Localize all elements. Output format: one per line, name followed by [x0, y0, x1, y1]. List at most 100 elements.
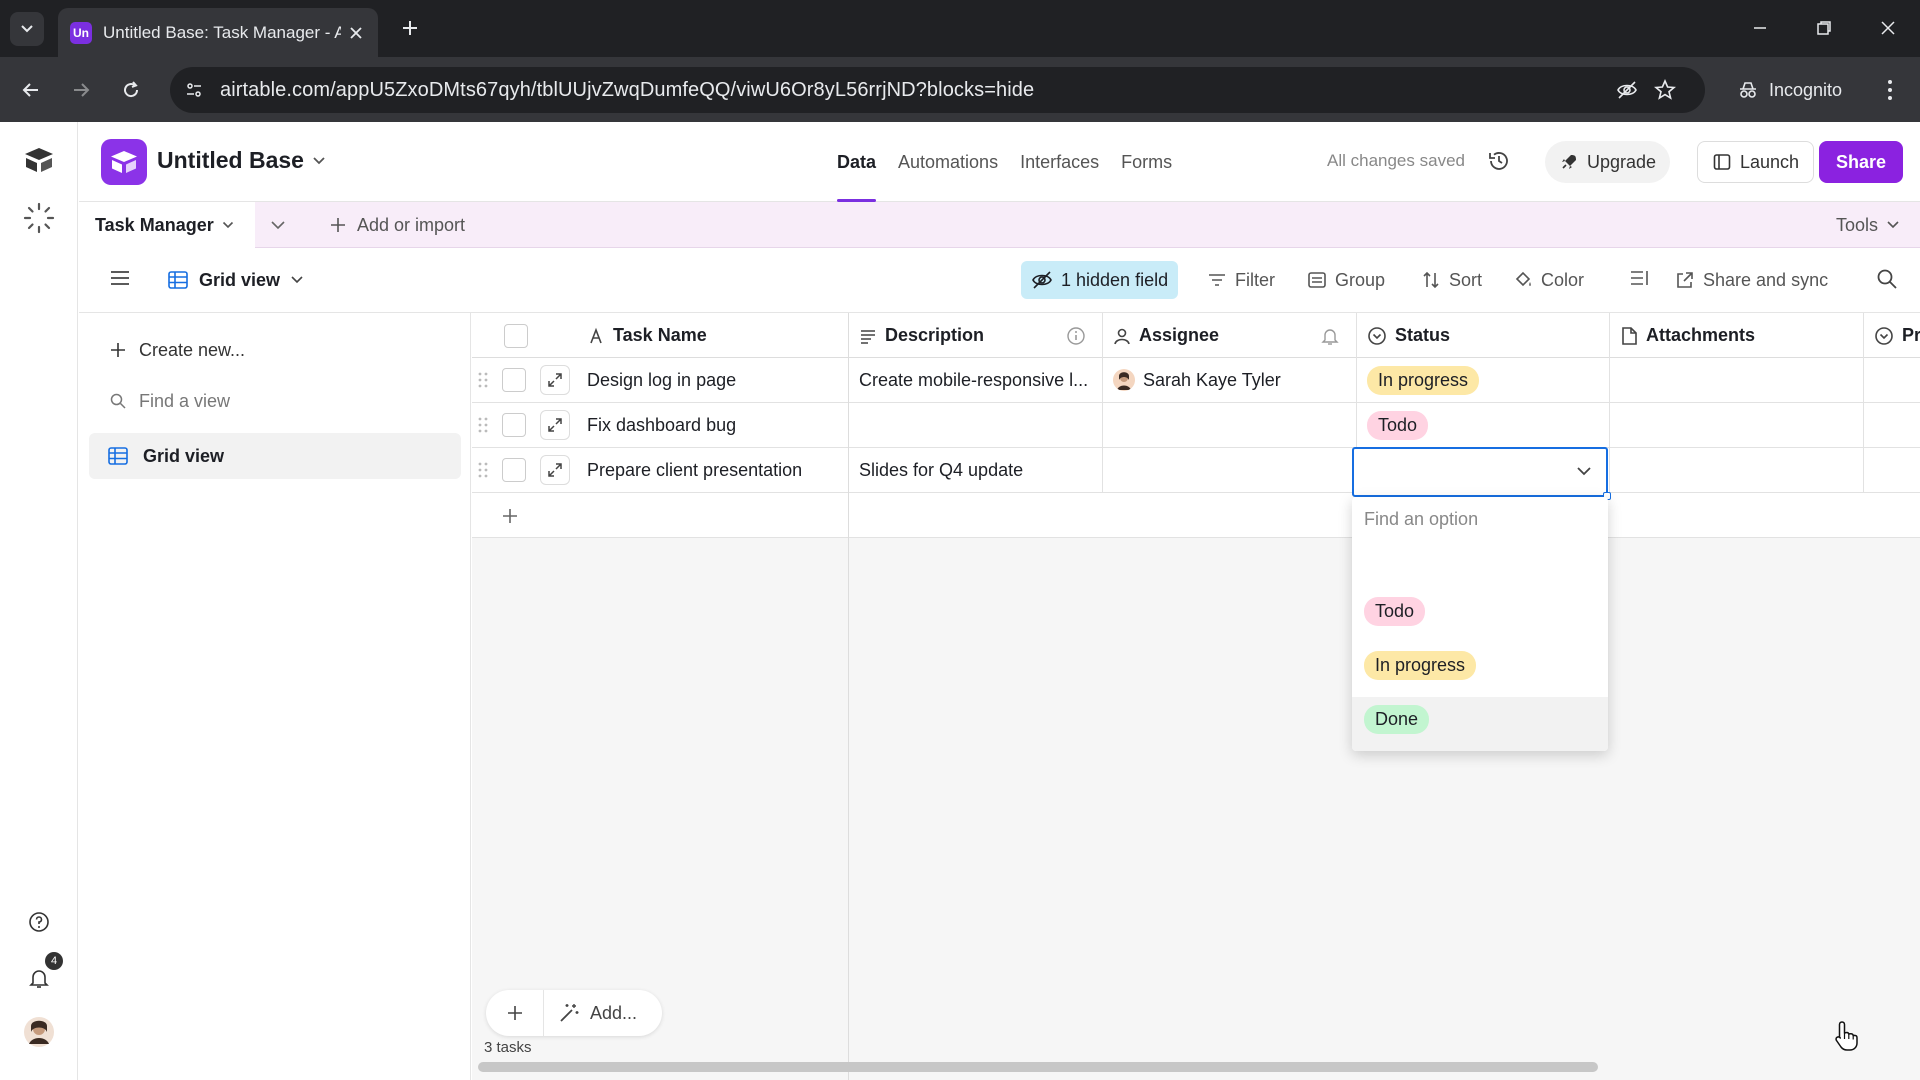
column-header-attachments[interactable]: Attachments	[1610, 313, 1864, 358]
select-all-checkbox[interactable]	[504, 323, 528, 348]
airtable-favicon: Un	[70, 21, 92, 44]
cell-priority[interactable]	[1864, 358, 1920, 402]
tab-search-button[interactable]	[10, 12, 44, 46]
column-header-description[interactable]: Description	[849, 313, 1103, 358]
minimize-button[interactable]	[1740, 12, 1780, 44]
more-vertical-icon	[1888, 80, 1892, 100]
site-info-icon[interactable]	[182, 78, 206, 102]
cell-assignee[interactable]	[1103, 403, 1357, 447]
airtable-logo-icon[interactable]	[21, 142, 57, 178]
restore-button[interactable]	[1804, 12, 1844, 44]
add-record-row[interactable]	[472, 493, 1920, 538]
filter-button[interactable]: Filter	[1197, 261, 1285, 299]
drag-handle-icon[interactable]	[478, 462, 488, 478]
row-checkbox[interactable]	[502, 368, 526, 392]
row-checkbox[interactable]	[502, 413, 526, 437]
browser-menu-button[interactable]	[1876, 76, 1904, 104]
column-header-status[interactable]: Status	[1357, 313, 1610, 358]
share-and-sync-button[interactable]: Share and sync	[1665, 261, 1838, 299]
expand-record-button[interactable]	[540, 410, 570, 440]
cell-description[interactable]: Slides for Q4 update	[849, 448, 1103, 492]
bell-icon	[29, 970, 49, 988]
view-switcher[interactable]: Grid view	[167, 262, 304, 298]
add-or-import-button[interactable]: Add or import	[329, 202, 465, 248]
cell-priority[interactable]	[1864, 403, 1920, 447]
base-name-menu[interactable]: Untitled Base	[157, 147, 326, 174]
omni-loading-icon[interactable]	[21, 200, 57, 236]
tab-automations[interactable]: Automations	[887, 122, 1009, 202]
option-done[interactable]: Done	[1364, 703, 1430, 735]
status-cell-editor[interactable]	[1352, 447, 1611, 500]
bookmark-star-icon[interactable]	[1653, 78, 1677, 102]
new-tab-button[interactable]	[396, 14, 424, 42]
back-button[interactable]	[14, 73, 48, 107]
cell-assignee[interactable]: Sarah Kaye Tyler	[1103, 358, 1357, 402]
cell-attachments[interactable]	[1610, 358, 1864, 402]
help-icon[interactable]	[21, 904, 57, 940]
table-tab-task-manager[interactable]: Task Manager	[79, 202, 255, 248]
tab-forms[interactable]: Forms	[1110, 122, 1183, 202]
tools-button[interactable]: Tools	[1836, 202, 1900, 248]
find-view-input[interactable]: Find a view	[109, 381, 230, 421]
launch-button[interactable]: Launch	[1697, 141, 1815, 183]
color-button[interactable]: Color	[1503, 261, 1594, 299]
hide-fields-button[interactable]: 1 hidden field	[1021, 261, 1179, 299]
column-label: Description	[885, 325, 985, 345]
expand-record-button[interactable]	[540, 455, 570, 485]
cell-task-name[interactable]: Prepare client presentation	[577, 448, 849, 492]
base-icon[interactable]	[101, 139, 147, 185]
add-with-ai-button[interactable]: Add...	[544, 1002, 637, 1024]
cell-status[interactable]: Todo	[1357, 403, 1610, 447]
account-avatar[interactable]	[21, 1014, 57, 1050]
table-row[interactable]: Design log in page Create mobile-respons…	[472, 358, 1920, 403]
option-todo[interactable]: Todo	[1364, 595, 1426, 627]
upgrade-button[interactable]: Upgrade	[1545, 141, 1671, 183]
horizontal-scrollbar[interactable]	[478, 1062, 1598, 1072]
reload-button[interactable]	[114, 73, 148, 107]
table-row[interactable]: Prepare client presentation Slides for Q…	[472, 448, 1920, 493]
cell-task-name[interactable]: Fix dashboard bug	[577, 403, 849, 447]
chevron-down-icon	[1887, 221, 1899, 229]
forward-button[interactable]	[64, 73, 98, 107]
cell-description[interactable]	[849, 403, 1103, 447]
row-checkbox[interactable]	[502, 458, 526, 482]
cell-attachments[interactable]	[1610, 403, 1864, 447]
close-window-button[interactable]	[1868, 12, 1908, 44]
drag-handle-icon[interactable]	[478, 417, 488, 433]
cell-task-name[interactable]: Design log in page	[577, 358, 849, 402]
toggle-sidebar-button[interactable]	[109, 268, 131, 288]
browser-tab[interactable]: Un Untitled Base: Task Manager - A	[58, 8, 378, 57]
share-button[interactable]: Share	[1819, 141, 1904, 183]
notifications-button[interactable]: 4	[21, 952, 63, 996]
expand-record-button[interactable]	[540, 365, 570, 395]
find-option-input[interactable]: Find an option	[1364, 509, 1478, 530]
group-button[interactable]: Group	[1297, 261, 1395, 299]
sidebar-item-grid-view[interactable]: Grid view	[89, 433, 461, 479]
drag-handle-icon[interactable]	[478, 372, 488, 388]
tab-interfaces[interactable]: Interfaces	[1009, 122, 1110, 202]
incognito-indicator[interactable]: Incognito	[1725, 70, 1854, 110]
table-row[interactable]: Fix dashboard bug Todo	[472, 403, 1920, 448]
cell-description[interactable]: Create mobile-responsive l...	[849, 358, 1103, 402]
cell-priority[interactable]	[1864, 448, 1920, 492]
search-button[interactable]	[1876, 268, 1898, 290]
arrow-right-icon	[74, 83, 90, 97]
tab-data[interactable]: Data	[826, 122, 887, 202]
option-in-progress[interactable]: In progress	[1364, 649, 1477, 681]
all-tables-button[interactable]	[267, 214, 289, 236]
address-bar[interactable]: airtable.com/appU5ZxoDMts67qyh/tblUUjvZw…	[170, 67, 1705, 113]
cell-status[interactable]: In progress	[1357, 358, 1610, 402]
history-icon[interactable]	[1487, 149, 1511, 173]
eye-off-icon[interactable]	[1615, 78, 1639, 102]
column-header-assignee[interactable]: Assignee	[1103, 313, 1357, 358]
share-and-sync-label: Share and sync	[1703, 269, 1829, 290]
tab-close-button[interactable]	[346, 23, 366, 43]
column-header-priority[interactable]: Pri	[1864, 313, 1920, 358]
cell-attachments[interactable]	[1610, 448, 1864, 492]
row-height-button[interactable]	[1629, 268, 1651, 288]
sort-button[interactable]: Sort	[1411, 261, 1492, 299]
create-new-view-button[interactable]: Create new...	[109, 330, 245, 370]
add-record-button[interactable]	[486, 990, 544, 1036]
column-header-task-name[interactable]: Task Name	[577, 313, 849, 358]
cell-assignee[interactable]	[1103, 448, 1357, 492]
